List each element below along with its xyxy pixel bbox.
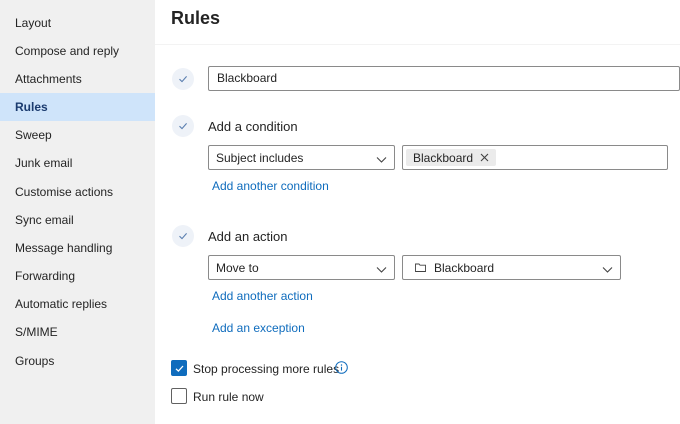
sidebar-item-automatic-replies[interactable]: Automatic replies — [0, 290, 155, 318]
condition-step-check-icon — [172, 115, 194, 137]
action-type-value: Move to — [216, 260, 259, 275]
condition-label: Add a condition — [208, 119, 298, 134]
sidebar-item-compose-and-reply[interactable]: Compose and reply — [0, 37, 155, 65]
action-label: Add an action — [208, 229, 288, 244]
sidebar-item-customise-actions[interactable]: Customise actions — [0, 178, 155, 206]
checkmark-icon — [175, 365, 183, 372]
sidebar-item-attachments[interactable]: Attachments — [0, 65, 155, 93]
run-rule-now-label: Run rule now — [193, 390, 264, 404]
name-step-check-icon — [172, 68, 194, 90]
sidebar-item-rules[interactable]: Rules — [0, 93, 155, 121]
remove-tag-icon[interactable] — [480, 153, 489, 162]
condition-type-dropdown[interactable]: Subject includes — [208, 145, 395, 170]
title-divider — [155, 44, 680, 45]
sidebar-item-message-handling[interactable]: Message handling — [0, 234, 155, 262]
condition-tag-label: Blackboard — [413, 150, 474, 165]
chevron-down-icon — [376, 153, 387, 167]
sidebar-item-groups[interactable]: Groups — [0, 347, 155, 375]
condition-value-input[interactable]: Blackboard — [402, 145, 668, 170]
sidebar-item-smime[interactable]: S/MIME — [0, 318, 155, 346]
sidebar-item-layout[interactable]: Layout — [0, 9, 155, 37]
add-another-action-link[interactable]: Add another action — [212, 289, 313, 303]
settings-sidebar: Layout Compose and reply Attachments Rul… — [0, 0, 155, 424]
sidebar-item-sync-email[interactable]: Sync email — [0, 206, 155, 234]
folder-dropdown[interactable]: Blackboard — [402, 255, 621, 280]
sidebar-item-sweep[interactable]: Sweep — [0, 121, 155, 149]
condition-tag: Blackboard — [406, 149, 497, 166]
add-exception-link[interactable]: Add an exception — [212, 321, 305, 335]
rule-name-input[interactable]: Blackboard — [208, 66, 680, 91]
rules-panel: Rules Blackboard Add a condition Subject… — [155, 0, 680, 424]
page-title: Rules — [171, 8, 221, 28]
info-icon[interactable] — [335, 361, 348, 374]
chevron-down-icon — [602, 263, 613, 277]
run-rule-now-checkbox[interactable] — [171, 388, 187, 404]
action-step-check-icon — [172, 225, 194, 247]
action-type-dropdown[interactable]: Move to — [208, 255, 395, 280]
sidebar-item-forwarding[interactable]: Forwarding — [0, 262, 155, 290]
folder-icon — [415, 263, 426, 272]
folder-value: Blackboard — [434, 260, 495, 275]
stop-processing-label: Stop processing more rules — [193, 362, 340, 376]
sidebar-item-junk-email[interactable]: Junk email — [0, 149, 155, 177]
add-another-condition-link[interactable]: Add another condition — [212, 179, 329, 193]
chevron-down-icon — [376, 263, 387, 277]
stop-processing-checkbox[interactable] — [171, 360, 187, 376]
condition-type-value: Subject includes — [216, 150, 304, 165]
